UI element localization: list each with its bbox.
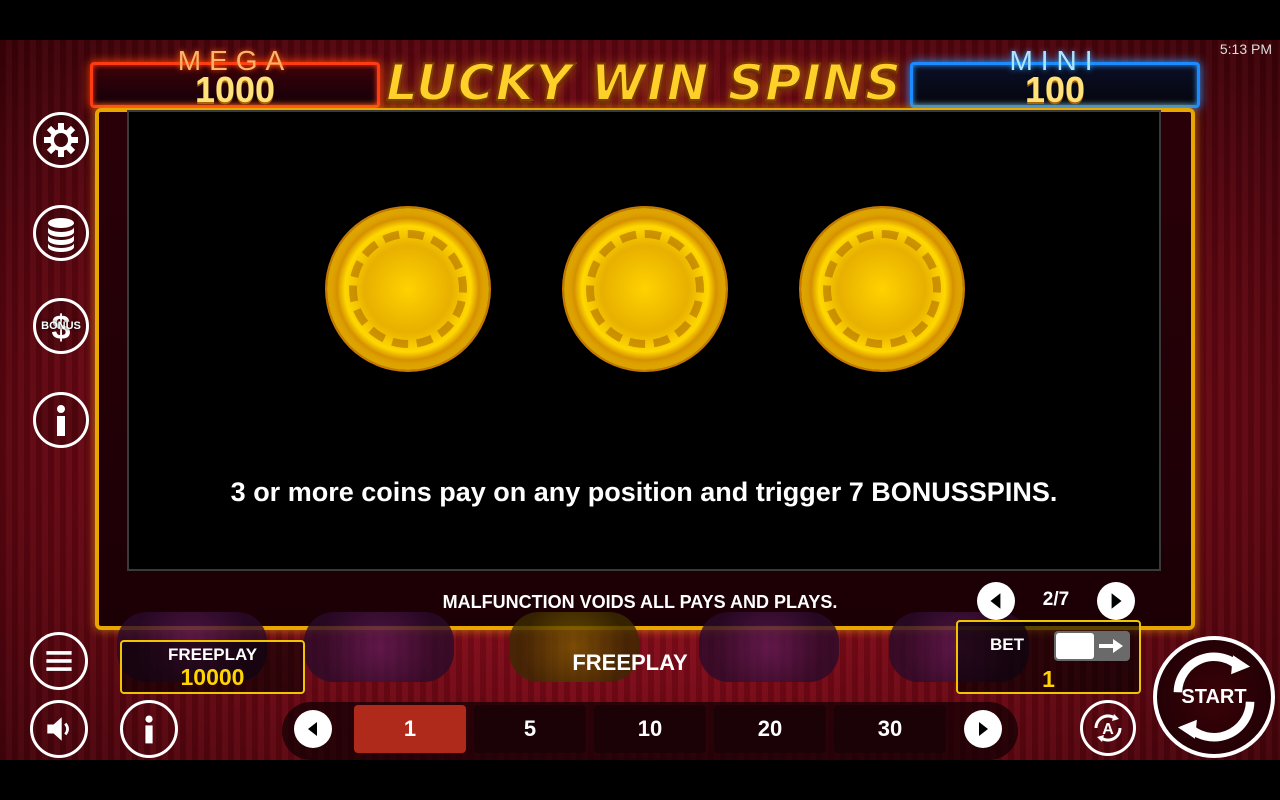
gold-coin-icon (327, 208, 489, 370)
info-icon (57, 405, 65, 436)
gear-icon (44, 123, 78, 157)
toggle-knob (1056, 633, 1094, 659)
triangle-left-icon (308, 722, 317, 736)
page-prev-button[interactable] (977, 582, 1015, 620)
page-counter: 2/7 (1042, 589, 1070, 610)
bet-next-button[interactable] (964, 710, 1002, 748)
credit-value: 10000 (180, 664, 245, 690)
triangle-right-icon (1111, 593, 1122, 609)
game-screen: MEGA 1000 LUCKY WIN SPINS X MINI 100 (0, 40, 1280, 760)
autoplay-button[interactable]: A (1080, 700, 1136, 756)
bet-value: 1 (1042, 666, 1055, 692)
bet-selector: 1 5 10 20 30 (282, 702, 1018, 760)
bet-option[interactable]: 10 (594, 705, 706, 753)
triangle-right-icon (979, 722, 988, 736)
paytable-description: 3 or more coins pay on any position and … (230, 477, 1058, 507)
credit-display: FREEPLAY 10000 (120, 640, 305, 694)
info-icon (145, 715, 153, 744)
mini-jackpot: MINI 100 (910, 45, 1200, 110)
start-button[interactable]: START (1153, 636, 1275, 758)
bet-option[interactable]: 20 (714, 705, 826, 753)
autoplay-icon: A (1094, 714, 1122, 742)
arrow-right-icon (1099, 639, 1123, 653)
sound-button[interactable] (30, 700, 88, 758)
credit-label: FREEPLAY (167, 645, 258, 664)
gold-coin-icon (801, 208, 963, 370)
coin-stack-icon (48, 218, 74, 252)
hamburger-icon (46, 651, 72, 671)
mega-jackpot-value: 1000 (194, 69, 276, 110)
malfunction-notice: MALFUNCTION VOIDS ALL PAYS AND PLAYS. (442, 592, 838, 612)
bet-display: BET 1 (956, 620, 1141, 694)
mini-jackpot-value: 100 (1024, 69, 1086, 110)
settings-button[interactable] (33, 112, 89, 168)
triangle-left-icon (990, 593, 1001, 609)
paytable-panel: 3 or more coins pay on any position and … (127, 110, 1161, 571)
info-button[interactable] (33, 392, 89, 448)
speaker-icon (47, 717, 69, 741)
gold-coin-icon (564, 208, 726, 370)
status-time: 5:13 PM (1219, 41, 1272, 57)
autoplay-label: A (1102, 721, 1114, 738)
bet-toggle[interactable] (1054, 631, 1130, 661)
help-button[interactable] (120, 700, 178, 758)
bet-option[interactable]: 5 (474, 705, 586, 753)
bet-label: BET (990, 635, 1024, 654)
reel-symbol-grapes (304, 612, 454, 682)
page-next-button[interactable] (1097, 582, 1135, 620)
bet-option[interactable]: 1 (354, 705, 466, 753)
start-label: START (1181, 685, 1247, 708)
mega-jackpot: MEGA 1000 (90, 45, 380, 110)
bet-option[interactable]: 30 (834, 705, 946, 753)
menu-button[interactable] (30, 632, 88, 690)
bonus-button[interactable]: $ BONUS (33, 298, 89, 354)
mode-label: FREEPLAY (572, 650, 688, 675)
bonus-label: BONUS (41, 320, 81, 332)
coins-button[interactable] (33, 205, 89, 261)
bet-prev-button[interactable] (294, 710, 332, 748)
